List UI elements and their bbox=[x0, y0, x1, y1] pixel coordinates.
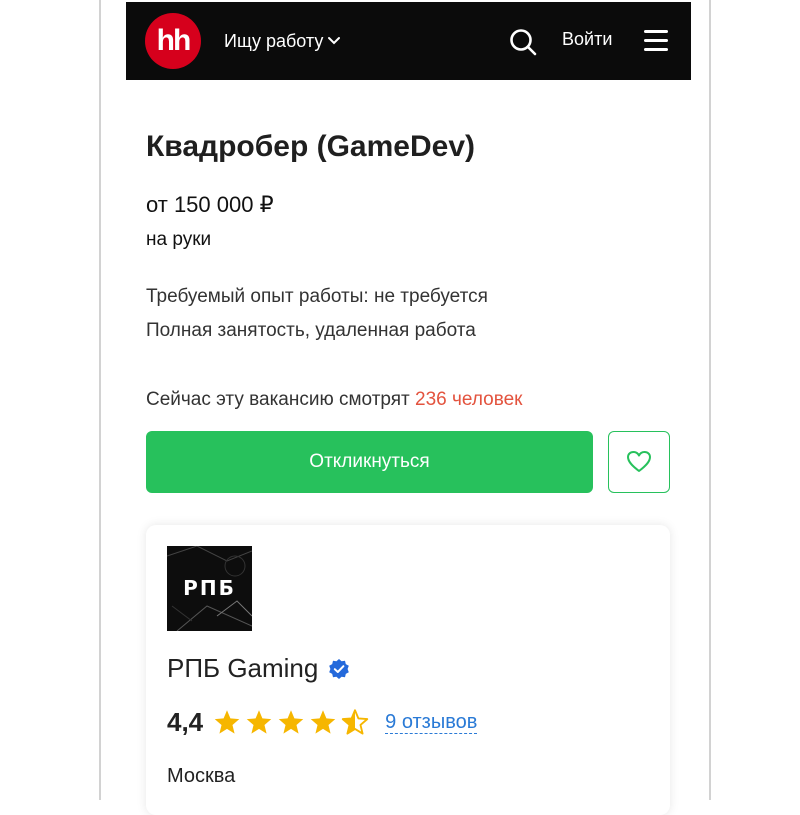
rating-stars bbox=[213, 709, 373, 736]
top-navigation-bar: hh Ищу работу Войти bbox=[126, 2, 691, 80]
company-logo[interactable]: РПБ bbox=[167, 546, 252, 631]
apply-button[interactable]: Откликнуться bbox=[146, 431, 593, 493]
hamburger-menu-icon[interactable] bbox=[644, 30, 668, 52]
reviews-link[interactable]: 9 отзывов bbox=[385, 711, 478, 734]
role-selector-dropdown[interactable]: Ищу работу bbox=[224, 29, 341, 53]
employment-type: Полная занятость, удаленная работа bbox=[146, 320, 476, 341]
chevron-down-icon bbox=[328, 37, 341, 45]
company-city: Москва bbox=[167, 765, 236, 787]
half-star-icon bbox=[341, 709, 369, 735]
star-icon bbox=[310, 710, 336, 734]
star-icon bbox=[214, 710, 240, 734]
company-name: РПБ Gaming bbox=[167, 653, 319, 683]
viewers-count: 236 человек bbox=[415, 389, 523, 410]
search-button[interactable] bbox=[508, 27, 538, 57]
rating-value: 4,4 bbox=[167, 707, 204, 737]
viewers-text: Сейчас эту вакансию смотрят bbox=[146, 389, 416, 410]
heart-icon bbox=[627, 451, 651, 472]
search-icon bbox=[510, 29, 537, 56]
star-icon bbox=[246, 710, 272, 734]
rating-row: 4,4 9 отзывов bbox=[167, 707, 478, 738]
required-experience: Требуемый опыт работы: не требуется bbox=[146, 286, 488, 307]
favorite-button[interactable] bbox=[608, 431, 670, 493]
star-icon bbox=[278, 710, 304, 734]
role-selector-label: Ищу работу bbox=[224, 30, 324, 51]
vacancy-title: Квадробер (GameDev) bbox=[146, 130, 476, 163]
company-card[interactable]: РПБ РПБ Gaming 4,4 9 отзывов Москва bbox=[146, 525, 670, 815]
company-name-row[interactable]: РПБ Gaming bbox=[167, 653, 350, 684]
salary: от 150 000 ₽ bbox=[146, 192, 274, 217]
viewers-notice: Сейчас эту вакансию смотрят 236 человек bbox=[146, 389, 523, 411]
salary-note: на руки bbox=[146, 229, 212, 250]
login-link[interactable]: Войти bbox=[562, 29, 612, 50]
verified-badge-icon bbox=[328, 658, 350, 680]
hh-logo[interactable]: hh bbox=[145, 13, 201, 69]
company-logo-text: РПБ bbox=[183, 576, 236, 600]
